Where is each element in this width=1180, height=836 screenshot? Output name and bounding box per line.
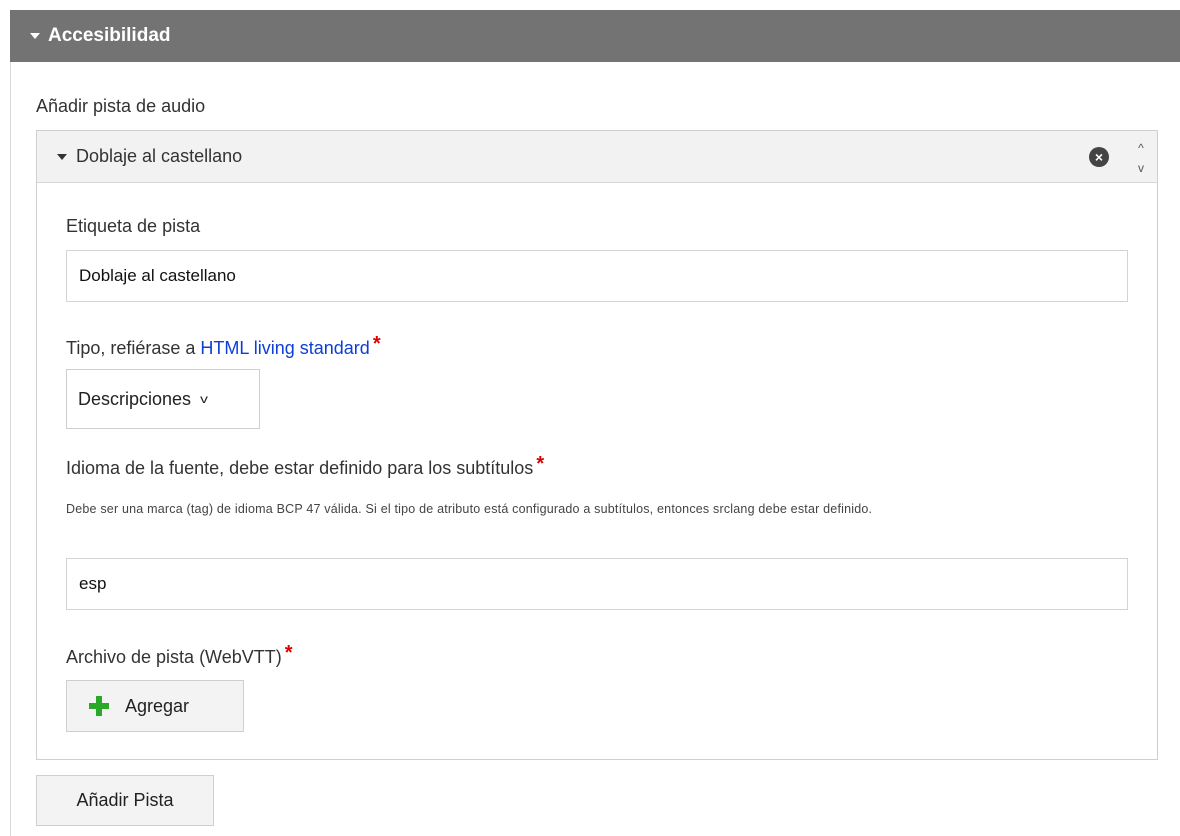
language-help-text: Debe ser una marca (tag) de idioma BCP 4… [66, 502, 873, 516]
type-field-label: Tipo, refiérase a HTML living standard * [66, 333, 381, 360]
move-up-icon[interactable]: ^ [1138, 141, 1144, 155]
language-input[interactable] [66, 558, 1128, 610]
caret-down-icon [57, 153, 67, 160]
language-label-text: Idioma de la fuente, debe estar definido… [66, 458, 534, 478]
file-label-text: Archivo de pista (WebVTT) [66, 647, 282, 667]
audio-track-label: Añadir pista de audio [36, 96, 206, 116]
plus-icon [89, 696, 109, 716]
html-living-standard-link[interactable]: HTML living standard [200, 338, 369, 358]
add-track-button[interactable]: Añadir Pista [36, 775, 214, 826]
language-field-label: Idioma de la fuente, debe estar definido… [66, 453, 544, 480]
track-label-field-label: Etiqueta de pista [66, 216, 201, 236]
add-file-button[interactable]: Agregar [66, 680, 244, 732]
required-marker: * [284, 642, 293, 664]
add-file-button-label: Agregar [125, 695, 190, 716]
type-label-prefix: Tipo, refiérase a [66, 338, 201, 358]
chevron-down-icon: v [200, 392, 208, 406]
remove-track-icon[interactable]: × [1089, 147, 1109, 167]
accesibilidad-section-header[interactable]: Accesibilidad [10, 10, 1180, 62]
required-marker: * [372, 333, 381, 355]
track-header-title: Doblaje al castellano [76, 146, 243, 166]
track-type-select[interactable]: Descripciones v [66, 369, 260, 429]
file-field-label: Archivo de pista (WebVTT) * [66, 642, 293, 669]
section-title: Accesibilidad [48, 25, 171, 46]
move-down-icon[interactable]: v [1138, 161, 1144, 175]
required-marker: * [536, 453, 545, 475]
track-header[interactable]: Doblaje al castellano [37, 131, 1157, 183]
caret-down-icon [30, 33, 40, 39]
track-type-selected: Descripciones [78, 388, 192, 409]
reorder-controls: ^ v [1131, 141, 1151, 175]
track-label-input[interactable] [66, 250, 1128, 302]
